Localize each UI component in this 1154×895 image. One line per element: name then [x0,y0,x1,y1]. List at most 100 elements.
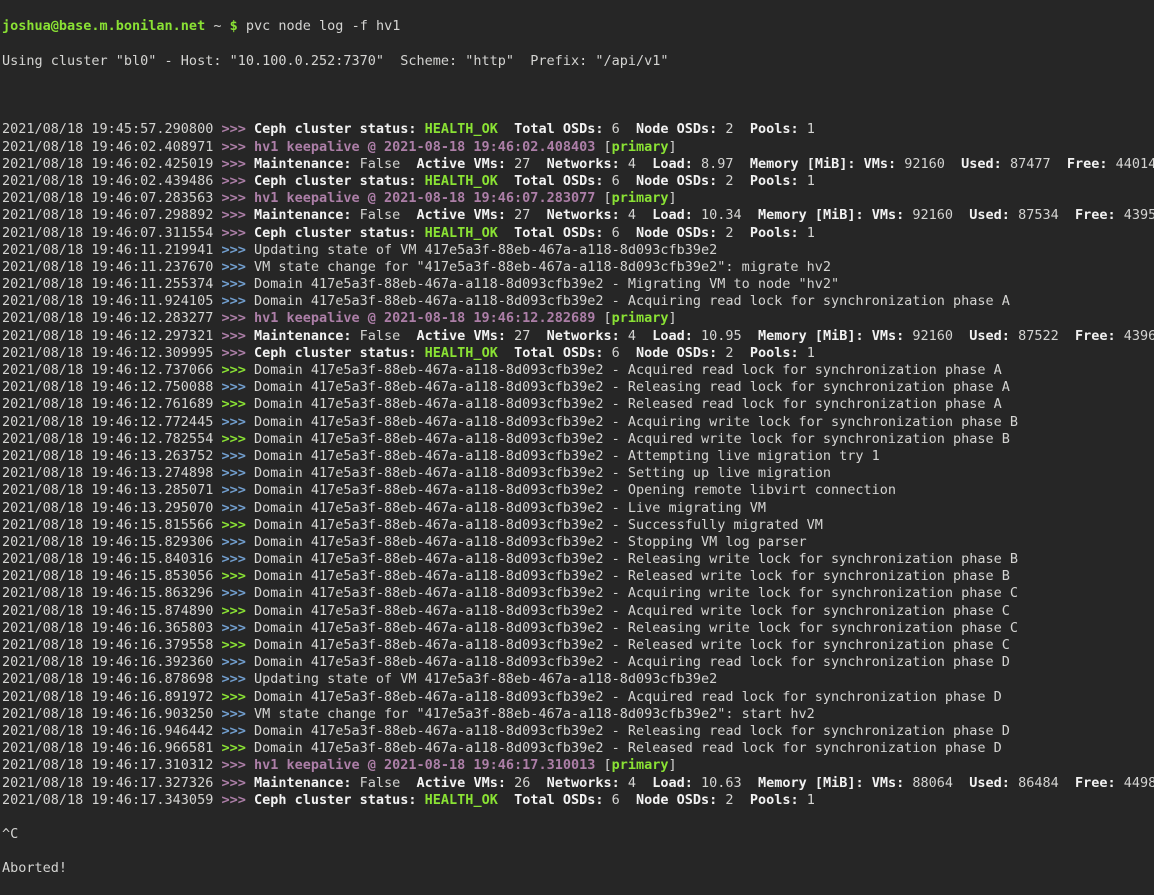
log-line: 2021/08/18 19:46:17.327326 >>> Maintenan… [2,775,1154,792]
log-text: Domain 417e5a3f-88eb-467a-a118-8d093cfb3… [254,654,1010,670]
log-arrow-icon: >>> [221,139,254,155]
log-text: Networks: [547,207,620,223]
log-arrow-icon: >>> [221,225,254,241]
log-timestamp: 2021/08/18 19:46:12.737066 [2,362,221,378]
log-text: Free: [1075,775,1116,791]
log-timestamp: 2021/08/18 19:46:11.219941 [2,242,221,258]
log-text: Ceph cluster status: [254,225,417,241]
interrupt-line: ^C [2,826,1154,843]
log-text: Pools: [750,225,799,241]
log-arrow-icon: >>> [221,637,254,653]
log-text: 4 [620,775,653,791]
log-arrow-icon: >>> [221,689,254,705]
log-arrow-icon: >>> [221,345,254,361]
log-text: Active VMs: [417,156,506,172]
log-text: Maintenance: [254,207,352,223]
log-text: 44987 [1116,775,1154,791]
log-text: 10.95 [693,328,758,344]
log-text: Domain 417e5a3f-88eb-467a-a118-8d093cfb3… [254,448,880,464]
log-text: Domain 417e5a3f-88eb-467a-a118-8d093cfb3… [254,534,807,550]
log-timestamp: 2021/08/18 19:46:12.750088 [2,379,221,395]
log-text: Ceph cluster status: [254,173,417,189]
log-text: VM state change for "417e5a3f-88eb-467a-… [254,259,831,275]
log-text: VM state change for "417e5a3f-88eb-467a-… [254,706,815,722]
log-line: 2021/08/18 19:46:12.772445 >>> Domain 41… [2,414,1154,431]
log-text: Load: [652,328,693,344]
log-text: ] [669,139,677,155]
log-text [417,121,425,137]
log-text: Domain 417e5a3f-88eb-467a-a118-8d093cfb3… [254,620,1018,636]
log-text: ] [669,757,677,773]
log-text: Domain 417e5a3f-88eb-467a-a118-8d093cfb3… [254,637,1010,653]
log-text: 8.97 [693,156,750,172]
log-line: 2021/08/18 19:46:13.295070 >>> Domain 41… [2,500,1154,517]
cluster-info-line: Using cluster "bl0" - Host: "10.100.0.25… [2,53,1154,70]
log-text: Free: [1075,207,1116,223]
log-text: hv1 keepalive @ 2021-08-18 19:46:02.4084… [254,139,595,155]
log-arrow-icon: >>> [221,654,254,670]
log-text: Domain 417e5a3f-88eb-467a-a118-8d093cfb3… [254,568,1010,584]
log-timestamp: 2021/08/18 19:46:02.408971 [2,139,221,155]
log-timestamp: 2021/08/18 19:46:15.829306 [2,534,221,550]
log-timestamp: 2021/08/18 19:46:15.863296 [2,585,221,601]
log-arrow-icon: >>> [221,465,254,481]
log-timestamp: 2021/08/18 19:46:02.439486 [2,173,221,189]
log-line: 2021/08/18 19:46:15.829306 >>> Domain 41… [2,534,1154,551]
log-text: Domain 417e5a3f-88eb-467a-a118-8d093cfb3… [254,482,896,498]
log-text [498,225,514,241]
log-text: Ceph cluster status: [254,792,417,808]
log-timestamp: 2021/08/18 19:46:12.772445 [2,414,221,430]
log-text: Pools: [750,792,799,808]
log-text: Domain 417e5a3f-88eb-467a-a118-8d093cfb3… [254,585,1018,601]
log-text: Pools: [750,173,799,189]
log-line: 2021/08/18 19:46:13.263752 >>> Domain 41… [2,448,1154,465]
log-text: [ [595,310,611,326]
log-arrow-icon: >>> [221,328,254,344]
log-text: HEALTH_OK [425,225,498,241]
log-text: Domain 417e5a3f-88eb-467a-a118-8d093cfb3… [254,723,1010,739]
log-text: hv1 keepalive @ 2021-08-18 19:46:07.2830… [254,190,595,206]
log-text [417,173,425,189]
log-line: 2021/08/18 19:46:17.343059 >>> Ceph clus… [2,792,1154,809]
log-text: Used: [961,156,1002,172]
log-text: [ [595,139,611,155]
log-text: HEALTH_OK [425,121,498,137]
log-arrow-icon: >>> [221,431,254,447]
log-text: 86484 [1010,775,1075,791]
log-text: 1 [799,345,815,361]
log-text: Maintenance: [254,775,352,791]
log-timestamp: 2021/08/18 19:46:11.237670 [2,259,221,275]
log-timestamp: 2021/08/18 19:46:07.298892 [2,207,221,223]
log-text: Pools: [750,121,799,137]
log-line: 2021/08/18 19:46:15.815566 >>> Domain 41… [2,517,1154,534]
log-text: ] [669,310,677,326]
prompt-command: pvc node log -f hv1 [246,18,400,34]
log-text [498,173,514,189]
log-text: 27 [506,156,547,172]
log-timestamp: 2021/08/18 19:46:12.297321 [2,328,221,344]
log-timestamp: 2021/08/18 19:46:12.309995 [2,345,221,361]
log-text: 6 [604,792,637,808]
log-text: 87477 [1002,156,1067,172]
log-text [498,345,514,361]
log-arrow-icon: >>> [221,190,254,206]
log-arrow-icon: >>> [221,207,254,223]
log-text: 87522 [1010,328,1075,344]
log-line: 2021/08/18 19:46:17.310312 >>> hv1 keepa… [2,757,1154,774]
log-timestamp: 2021/08/18 19:46:16.903250 [2,706,221,722]
log-text: 4 [620,156,653,172]
log-text: 6 [604,121,637,137]
log-text: Memory [MiB]: [758,328,864,344]
log-timestamp: 2021/08/18 19:46:12.283277 [2,310,221,326]
log-text: False [352,207,417,223]
log-text: Ceph cluster status: [254,345,417,361]
log-timestamp: 2021/08/18 19:46:13.263752 [2,448,221,464]
log-text: Total OSDs: [514,121,603,137]
log-arrow-icon: >>> [221,517,254,533]
log-line: 2021/08/18 19:46:12.283277 >>> hv1 keepa… [2,310,1154,327]
log-text: Node OSDs: [636,121,717,137]
log-line: 2021/08/18 19:46:16.891972 >>> Domain 41… [2,689,1154,706]
log-text: VMs: [872,207,905,223]
log-line: 2021/08/18 19:46:16.365803 >>> Domain 41… [2,620,1154,637]
log-line: 2021/08/18 19:46:13.274898 >>> Domain 41… [2,465,1154,482]
